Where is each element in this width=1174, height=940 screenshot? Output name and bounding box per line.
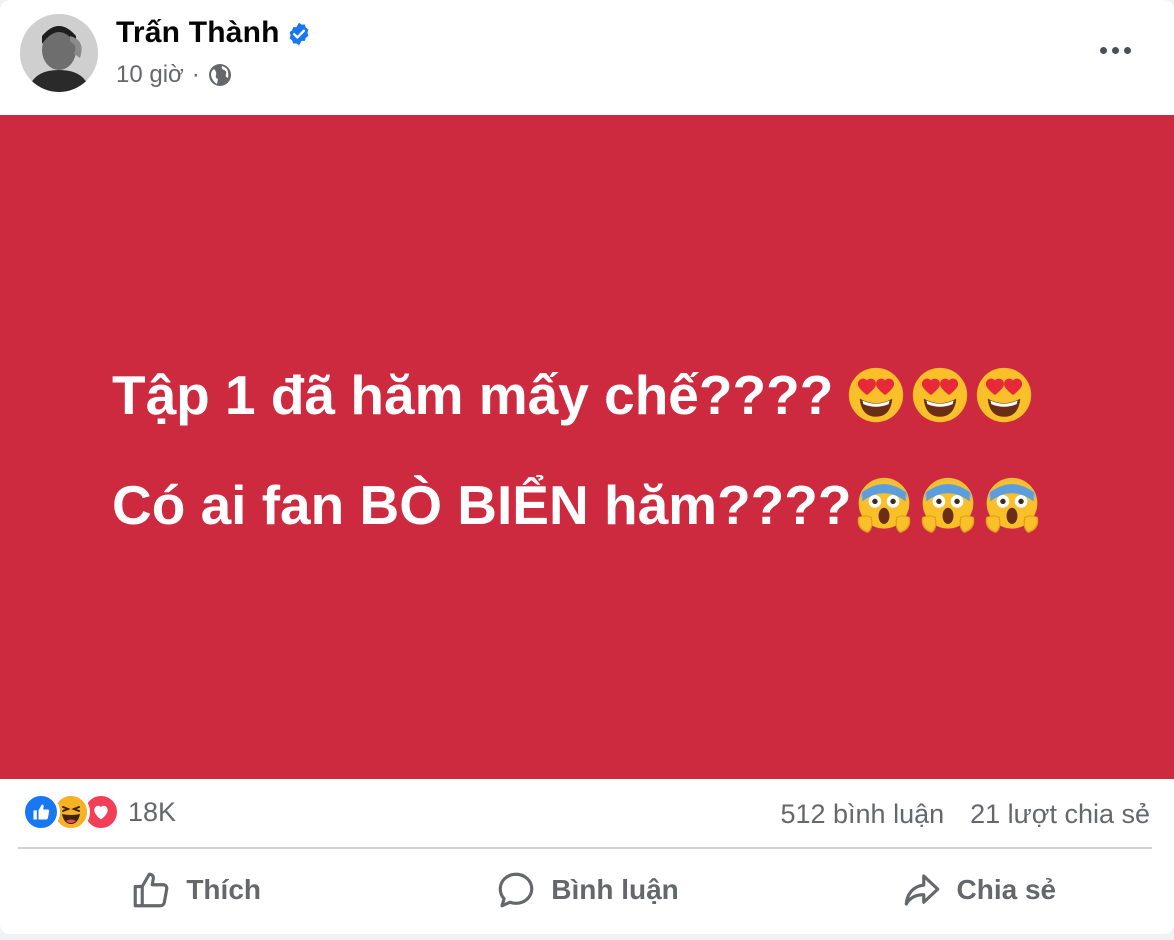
post-actions: Thích Bình luận Chia sẻ [0, 852, 1174, 928]
more-horizontal-icon [1099, 46, 1107, 54]
reaction-summary[interactable]: 18K [22, 793, 176, 831]
banner-line-2: Có ai fan BÒ BIỂN hăm???? [112, 473, 1041, 537]
verified-badge-icon [289, 22, 309, 46]
post-text-banner[interactable]: Tập 1 đã hăm mấy chế???? Có ai fan BÒ BI… [0, 115, 1174, 779]
heart-eyes-emoji [913, 367, 968, 423]
share-label: Chia sẻ [956, 874, 1057, 905]
more-options-button[interactable] [1092, 30, 1138, 70]
heart-eyes-emoji [977, 367, 1032, 423]
share-arrow-icon [904, 874, 939, 906]
comment-button[interactable]: Bình luận [391, 852, 782, 928]
banner-line-2-text: Có ai fan BÒ BIỂN hăm???? [112, 474, 852, 536]
screaming-face-emoji [986, 477, 1039, 533]
comment-label: Bình luận [551, 874, 679, 905]
avatar[interactable] [20, 14, 98, 92]
post-time[interactable]: 10 giờ [116, 61, 184, 89]
like-label: Thích [186, 874, 261, 905]
share-button[interactable]: Chia sẻ [783, 852, 1174, 928]
comment-count-link[interactable]: 512 bình luận [780, 799, 944, 830]
post-header: Trấn Thành 10 giờ · [0, 0, 1174, 115]
reaction-count: 18K [128, 796, 177, 827]
like-icon [22, 793, 60, 831]
engagement-counts: 512 bình luận 21 lượt chia sẻ [780, 799, 1150, 830]
screaming-face-emoji-group [855, 476, 1041, 534]
post-stats: 18K 512 bình luận 21 lượt chia sẻ [0, 779, 1174, 847]
banner-line-1: Tập 1 đã hăm mấy chế???? [112, 363, 1033, 427]
like-button[interactable]: Thích [0, 852, 391, 928]
banner-line-1-text: Tập 1 đã hăm mấy chế???? [112, 364, 834, 426]
divider [18, 847, 1152, 849]
screaming-face-emoji [858, 477, 911, 533]
post-card: Trấn Thành 10 giờ · Tập 1 đã hăm mấy chế… [0, 0, 1174, 934]
post-meta: 10 giờ · [116, 60, 232, 90]
heart-eyes-emoji [849, 367, 904, 423]
share-count-link[interactable]: 21 lượt chia sẻ [970, 799, 1150, 830]
globe-icon[interactable] [208, 63, 232, 87]
screaming-face-emoji [922, 477, 975, 533]
comment-bubble-icon [498, 872, 534, 908]
author-name[interactable]: Trấn Thành [116, 16, 280, 50]
meta-separator: · [191, 61, 200, 88]
heart-eyes-emoji-group [847, 366, 1033, 424]
thumbs-up-icon [134, 872, 169, 908]
